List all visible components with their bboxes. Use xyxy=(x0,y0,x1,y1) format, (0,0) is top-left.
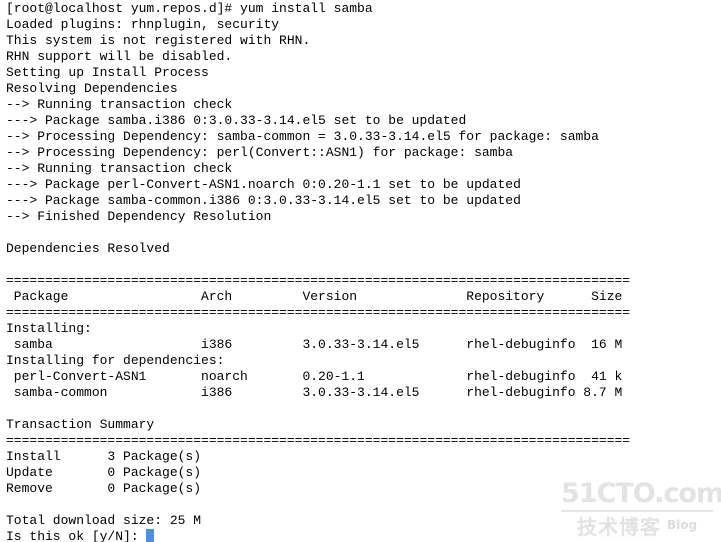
text-cursor xyxy=(146,529,155,542)
terminal-line: Update 0 Package(s) xyxy=(6,465,202,480)
terminal-window[interactable]: [root@localhost yum.repos.d]# yum instal… xyxy=(0,0,721,542)
terminal-line: RHN support will be disabled. xyxy=(6,49,233,64)
terminal-line: Resolving Dependencies xyxy=(6,81,178,96)
terminal-line: This system is not registered with RHN. xyxy=(6,33,311,48)
terminal-line: samba i386 3.0.33-3.14.el5 rhel-debuginf… xyxy=(6,337,623,352)
terminal-line: Installing: xyxy=(6,321,92,336)
terminal-line: --> Processing Dependency: perl(Convert:… xyxy=(6,145,514,160)
terminal-line: Installing for dependencies: xyxy=(6,353,225,368)
terminal-line: --> Processing Dependency: samba-common … xyxy=(6,129,599,144)
terminal-line: ---> Package samba.i386 0:3.0.33-3.14.el… xyxy=(6,113,467,128)
terminal-output: [root@localhost yum.repos.d]# yum instal… xyxy=(6,1,630,542)
terminal-line: --> Running transaction check xyxy=(6,161,233,176)
terminal-line: --> Running transaction check xyxy=(6,97,233,112)
terminal-line: Package Arch Version Repository Size xyxy=(6,289,623,304)
terminal-line: Total download size: 25 M xyxy=(6,513,202,528)
terminal-line: Setting up Install Process xyxy=(6,65,209,80)
terminal-line: [root@localhost yum.repos.d]# yum instal… xyxy=(6,1,373,16)
terminal-line: ========================================… xyxy=(6,273,631,288)
terminal-prompt-line: Is this ok [y/N]: xyxy=(6,529,630,542)
terminal-line: perl-Convert-ASN1 noarch 0.20-1.1 rhel-d… xyxy=(6,369,623,384)
terminal-line: ---> Package perl-Convert-ASN1.noarch 0:… xyxy=(6,177,521,192)
watermark-blog-label: Blog xyxy=(666,518,698,532)
terminal-line: --> Finished Dependency Resolution xyxy=(6,209,272,224)
terminal-line: ========================================… xyxy=(6,433,631,448)
terminal-line: Install 3 Package(s) xyxy=(6,449,202,464)
terminal-line: samba-common i386 3.0.33-3.14.el5 rhel-d… xyxy=(6,385,623,400)
terminal-line: Loaded plugins: rhnplugin, security xyxy=(6,17,280,32)
terminal-line: Remove 0 Package(s) xyxy=(6,481,202,496)
terminal-line: Dependencies Resolved xyxy=(6,241,170,256)
terminal-line: ========================================… xyxy=(6,305,631,320)
terminal-line: Transaction Summary xyxy=(6,417,155,432)
terminal-line: ---> Package samba-common.i386 0:3.0.33-… xyxy=(6,193,521,208)
